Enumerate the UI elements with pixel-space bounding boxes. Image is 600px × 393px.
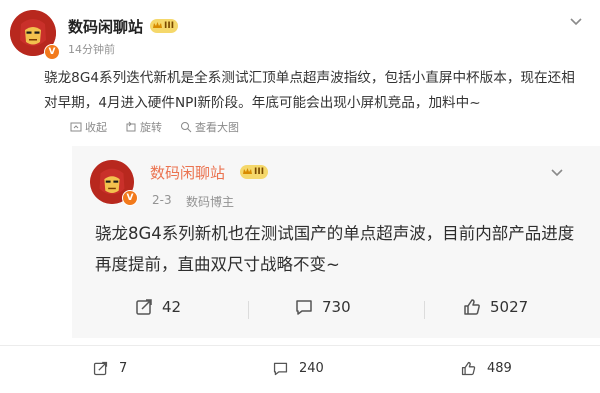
view-large-label: 查看大图 xyxy=(195,121,239,134)
post-time[interactable]: 14分钟前 xyxy=(68,41,115,57)
quoted-comment-button[interactable]: 730 xyxy=(294,297,351,317)
quoted-text: 骁龙8G4系列新机也在测试国产的单点超声波，目前内部产品进度再度提前，直曲双尺寸… xyxy=(95,224,575,274)
crown-icon xyxy=(153,22,162,28)
author-name[interactable]: 数码闲聊站 xyxy=(68,16,143,37)
thumbs-up-icon xyxy=(461,361,476,376)
quoted-like-count: 5027 xyxy=(490,298,529,316)
post-text: 骁龙8G4系列迭代新机是全系测试汇顶单点超声波指纹，包括小直屏中杯版本，现在还相… xyxy=(44,70,575,111)
post-actions: 7 240 489 xyxy=(0,358,600,382)
divider xyxy=(424,301,425,319)
crown-icon xyxy=(243,168,252,174)
repost-button[interactable]: 7 xyxy=(92,360,127,377)
thumbs-up-icon xyxy=(464,299,480,315)
rotate-button[interactable]: 旋转 xyxy=(125,119,162,135)
quoted-repost-count: 42 xyxy=(162,298,182,316)
comment-button[interactable]: 240 xyxy=(272,360,324,377)
chevron-down-icon[interactable] xyxy=(550,168,564,178)
chevron-down-icon[interactable] xyxy=(569,17,583,27)
divider xyxy=(248,301,249,319)
quoted-role: 数码博主 xyxy=(186,195,235,209)
quoted-level-label: III xyxy=(254,167,265,177)
view-large-button[interactable]: 查看大图 xyxy=(180,119,239,135)
like-count: 489 xyxy=(487,361,512,376)
zoom-icon xyxy=(181,122,192,133)
collapse-icon xyxy=(70,122,82,132)
repost-icon xyxy=(93,361,108,376)
post-toolbar: 收起 旋转 查看大图 xyxy=(70,119,239,135)
level-badge-label: III xyxy=(164,21,175,31)
rotate-icon xyxy=(126,121,136,132)
rotate-label: 旋转 xyxy=(140,121,162,134)
comment-icon xyxy=(273,362,288,376)
collapse-button[interactable]: 收起 xyxy=(70,119,107,135)
quoted-date[interactable]: 2-3 xyxy=(152,193,172,207)
verified-badge-icon: V xyxy=(122,190,138,206)
like-button[interactable]: 489 xyxy=(460,360,512,377)
verified-badge-icon: V xyxy=(44,44,60,60)
repost-icon xyxy=(136,299,152,315)
quoted-author-name[interactable]: 数码闲聊站 xyxy=(150,162,225,183)
quoted-repost-button[interactable]: 42 xyxy=(134,297,181,317)
quoted-post[interactable]: V 数码闲聊站 III 2-3 数码博主 骁龙8G4系列新机也在测试国产的单点超… xyxy=(72,146,600,338)
quoted-actions: 42 730 5027 xyxy=(72,294,600,324)
quoted-like-button[interactable]: 5027 xyxy=(462,297,528,317)
comment-count: 240 xyxy=(299,361,324,376)
quoted-comment-count: 730 xyxy=(322,298,351,316)
collapse-label: 收起 xyxy=(85,121,107,134)
quoted-level-badge: III xyxy=(240,165,269,179)
repost-count: 7 xyxy=(119,361,128,376)
comment-icon xyxy=(296,300,312,315)
divider xyxy=(0,345,600,346)
level-badge: III xyxy=(150,19,179,33)
